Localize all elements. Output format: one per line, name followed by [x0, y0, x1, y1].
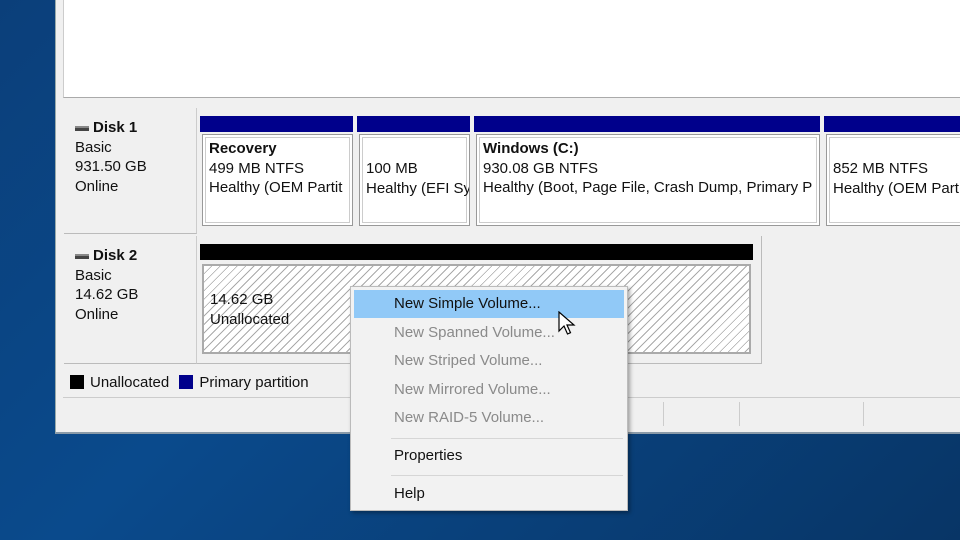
menu-item-properties[interactable]: Properties	[354, 442, 624, 470]
partition-status: Healthy (EFI Sy	[366, 179, 470, 197]
partition-efi[interactable]: 100 MB Healthy (EFI Sy	[359, 134, 470, 226]
menu-item-new-striped-volume[interactable]: New Striped Volume...	[354, 347, 624, 375]
partition-size: 100 MB	[366, 160, 418, 177]
disk-icon	[75, 125, 89, 131]
disk-name: Disk 2	[93, 247, 138, 264]
legend-label: Unallocated	[90, 374, 170, 391]
menu-item-new-spanned-volume[interactable]: New Spanned Volume...	[354, 319, 624, 347]
menu-item-new-raid5-volume[interactable]: New RAID-5 Volume...	[354, 404, 624, 432]
partition-oem[interactable]: 852 MB NTFS Healthy (OEM Part	[826, 134, 960, 226]
partition-size: 499 MB NTFS	[209, 159, 305, 177]
disk-size: 931.50 GB	[75, 158, 147, 175]
partition-bar	[200, 116, 353, 132]
menu-item-new-simple-volume[interactable]: New Simple Volume...	[354, 290, 624, 318]
disk-status: Online	[75, 177, 119, 195]
partition-status: Healthy (Boot, Page File, Crash Dump, Pr…	[483, 179, 813, 196]
partition-bar	[824, 116, 960, 132]
disk-size: 14.62 GB	[75, 286, 139, 303]
context-menu: New Simple Volume... New Spanned Volume.…	[350, 286, 628, 511]
partition-size: 852 MB NTFS	[833, 160, 929, 177]
disk-type: Basic	[75, 266, 112, 284]
partition-bar	[474, 116, 820, 132]
partition-name: Windows (C:)	[483, 140, 579, 157]
disk-status: Online	[75, 305, 119, 323]
volume-list-pane[interactable]	[63, 0, 960, 98]
disk-icon	[75, 253, 89, 259]
legend-swatch-unallocated	[70, 375, 84, 389]
legend-label: Primary partition	[199, 374, 309, 391]
disk-1-label[interactable]: Disk 1 Basic 931.50 GB Online	[64, 108, 197, 234]
menu-separator	[391, 475, 623, 476]
menu-separator	[391, 438, 623, 439]
partition-windows[interactable]: Windows (C:) 930.08 GB NTFS Healthy (Boo…	[476, 134, 820, 226]
disk-name: Disk 1	[93, 119, 138, 136]
unallocated-bar	[200, 244, 753, 260]
legend-swatch-primary	[179, 375, 194, 389]
disk-type: Basic	[75, 138, 112, 156]
menu-item-help[interactable]: Help	[354, 480, 624, 508]
partition-status: Healthy (OEM Part	[833, 179, 959, 197]
disk-2-label[interactable]: Disk 2 Basic 14.62 GB Online	[64, 236, 197, 364]
menu-item-new-mirrored-volume[interactable]: New Mirrored Volume...	[354, 376, 624, 404]
partition-recovery[interactable]: Recovery 499 MB NTFS Healthy (OEM Partit	[202, 134, 353, 226]
mouse-cursor-icon	[558, 311, 576, 335]
partition-size: 930.08 GB NTFS	[483, 159, 599, 177]
partition-name: Recovery	[209, 140, 277, 157]
partition-status: Healthy (OEM Partit	[209, 179, 343, 196]
partition-bar	[357, 116, 470, 132]
legend: Unallocated Primary partition	[70, 374, 309, 391]
